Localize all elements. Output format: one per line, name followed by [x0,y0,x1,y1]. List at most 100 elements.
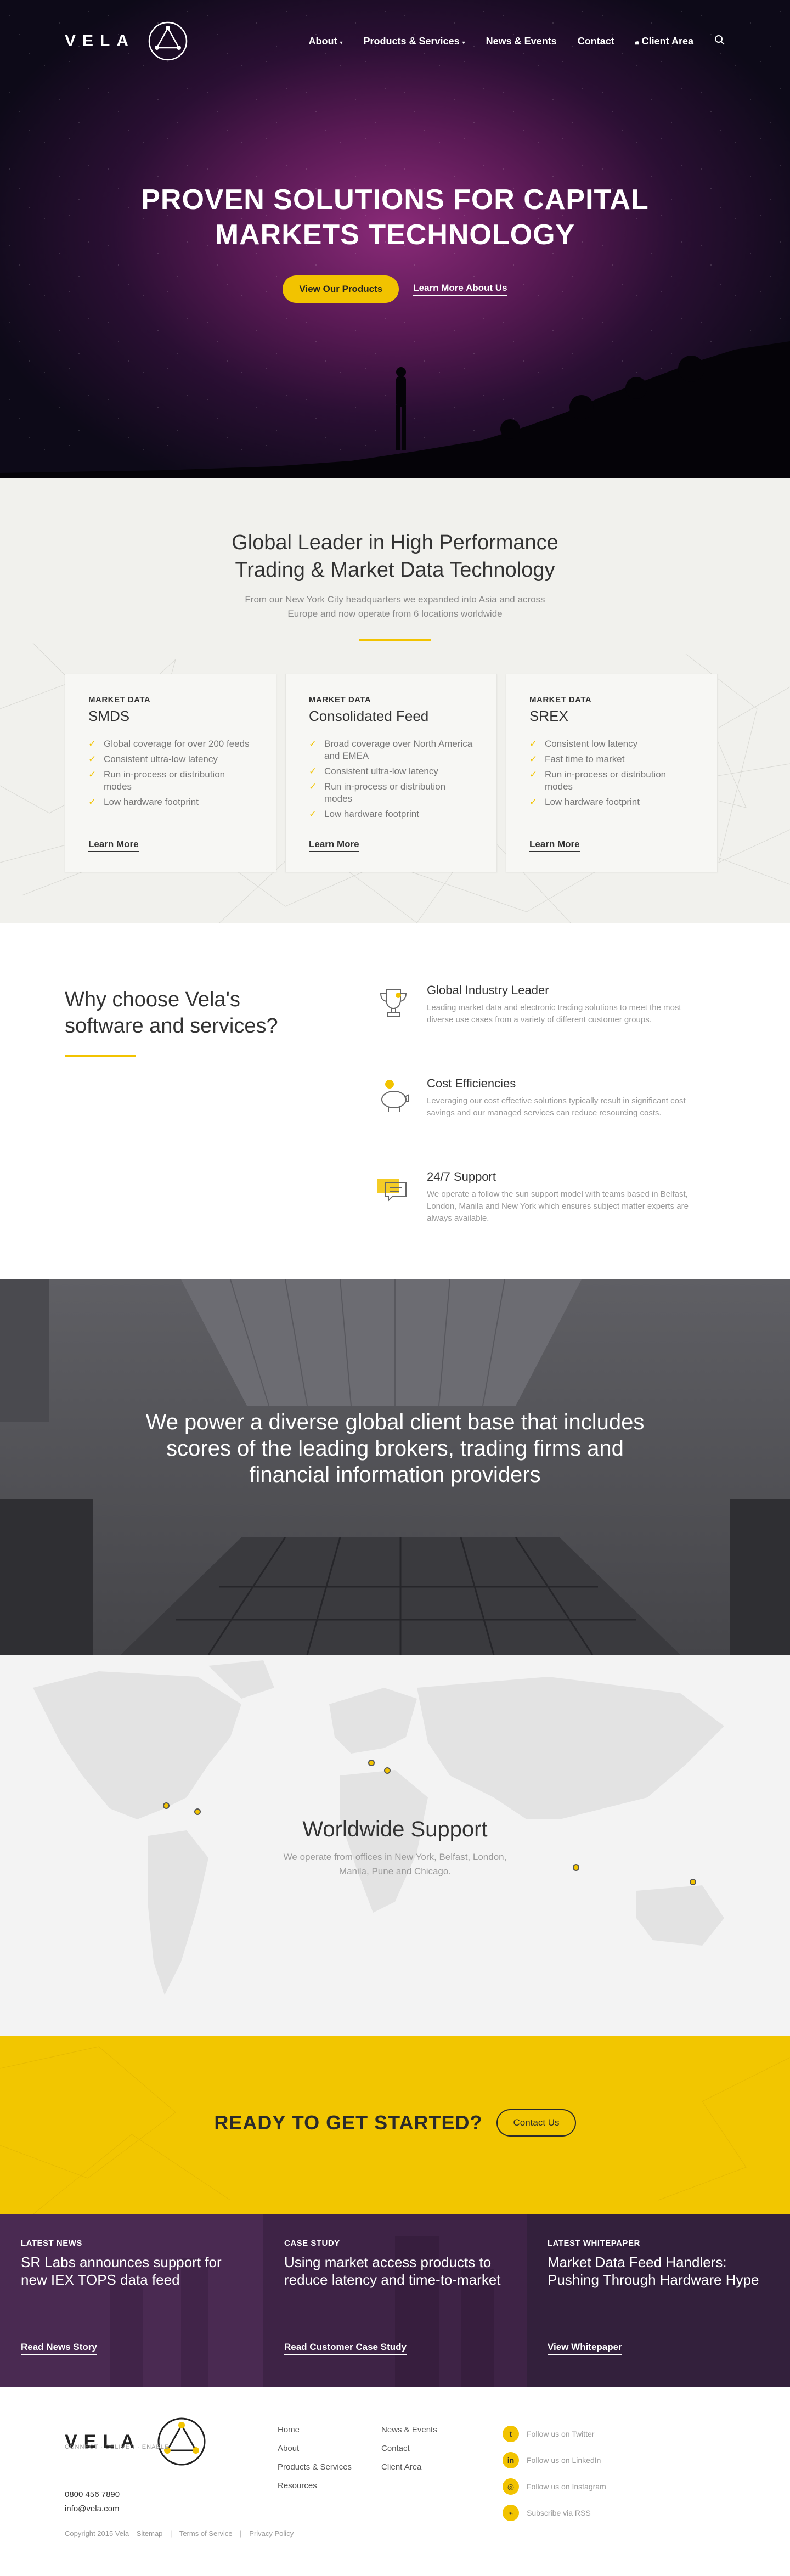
footer-phone[interactable]: 0800 456 7890 [65,2488,120,2502]
social-twitter[interactable]: t Follow us on Twitter [503,2421,606,2447]
sitemap-link[interactable]: Sitemap [137,2529,163,2538]
nav-products[interactable]: Products & Services ▾ [364,36,465,47]
terms-link[interactable]: Terms of Service [179,2529,233,2538]
lock-icon: 🔒︎ [635,37,639,46]
chevron-down-icon: ▾ [462,40,465,46]
market-sub-line1: From our New York City headquarters we e… [245,594,545,605]
copyright-text: Copyright 2015 Vela [65,2529,129,2538]
footer-social: t Follow us on Twitter in Follow us on Lin… [503,2421,606,2526]
social-label: Follow us on Twitter [527,2430,595,2438]
feature-desc-line: always available. [427,1214,489,1223]
view-whitepaper-link[interactable]: View Whitepaper [548,2342,622,2355]
card-feature: Consistent ultra-low latency [88,753,253,765]
office-pin-belfast[interactable] [368,1760,375,1766]
read-case-study-link[interactable]: Read Customer Case Study [284,2342,407,2355]
search-icon[interactable] [714,35,725,48]
linkedin-icon: in [503,2452,519,2468]
product-card-consolidated-feed: MARKET DATA Consolidated Feed Broad cove… [285,674,497,872]
market-sub-line2: Europe and now operate from 6 locations … [287,608,503,619]
footer-logo[interactable]: VELA [65,2415,208,2468]
footer-nav-col2: News & Events Contact Client Area [381,2421,437,2477]
news-title: Market Data Feed Handlers: Pushing Throu… [548,2254,759,2288]
market-subtitle: From our New York City headquarters we e… [0,593,790,621]
feature-cost-efficiencies: Cost Efficiencies Leveraging our cost ef… [374,1076,714,1119]
footer-link-client-area[interactable]: Client Area [381,2458,437,2477]
card-feature: Global coverage for over 200 feeds [88,738,253,750]
feature-desc-line: Leveraging our cost effective solutions … [427,1096,686,1106]
view-products-button[interactable]: View Our Products [283,275,399,303]
nav-about-label: About [308,35,337,47]
market-title-line1: Global Leader in High Performance [232,531,558,554]
footer-link-about[interactable]: About [278,2439,352,2458]
hero-section: VELA About ▾ Products & Services ▾ News … [0,0,790,478]
learn-more-link-smds[interactable]: Learn More [88,839,139,852]
product-card-smds: MARKET DATA SMDS Global coverage for ove… [65,674,276,872]
footer-link-products[interactable]: Products & Services [278,2458,352,2477]
feature-description: We operate a follow the sun support mode… [427,1188,714,1225]
office-pin-new-york[interactable] [194,1808,201,1815]
feature-description: Leveraging our cost effective solutions … [427,1095,714,1119]
social-label: Follow us on LinkedIn [527,2456,601,2465]
learn-more-link-consolidated-feed[interactable]: Learn More [309,839,359,852]
vela-logo[interactable]: VELA [65,20,189,62]
card-feature: Low hardware footprint [88,796,253,808]
rss-icon: ⌁ [503,2505,519,2521]
news-card-whitepaper: LATEST WHITEPAPER Market Data Feed Handl… [527,2214,790,2387]
privacy-link[interactable]: Privacy Policy [249,2529,294,2538]
footer-copyright-bar: Copyright 2015 Vela Sitemap | Terms of S… [65,2529,299,2538]
card-kicker: MARKET DATA [88,695,151,704]
feature-title: Cost Efficiencies [427,1076,516,1090]
footer-link-home[interactable]: Home [278,2421,352,2439]
why-title: Why choose Vela's software and services? [65,987,278,1039]
news-kicker: CASE STUDY [284,2239,340,2248]
hero-title-line1: PROVEN SOLUTIONS FOR CAPITAL [141,184,649,216]
office-pin-manila[interactable] [690,1879,696,1885]
footer-link-resources[interactable]: Resources [278,2477,352,2495]
nav-about[interactable]: About ▾ [308,36,342,47]
feature-247-support: 24/7 Support We operate a follow the sun… [374,1170,714,1225]
news-kicker: LATEST WHITEPAPER [548,2239,640,2248]
contact-us-button[interactable]: Contact Us [496,2109,576,2137]
client-line3: financial information providers [249,1463,541,1487]
nav-contact[interactable]: Contact [578,36,614,47]
logo-wordmark: VELA [65,32,136,50]
twitter-icon: t [503,2426,519,2442]
learn-more-link-srex[interactable]: Learn More [529,839,580,852]
social-instagram[interactable]: ◎ Follow us on Instagram [503,2473,606,2500]
footer-link-contact[interactable]: Contact [381,2439,437,2458]
feature-description: Leading market data and electronic tradi… [427,1002,714,1026]
footer-nav-col1: Home About Products & Services Resources [278,2421,352,2495]
vela-mark-icon [157,2417,206,2466]
why-title-line1: Why choose Vela's [65,988,240,1011]
nav-news[interactable]: News & Events [486,36,557,47]
market-title-line2: Trading & Market Data Technology [235,559,555,582]
footer-link-news[interactable]: News & Events [381,2421,437,2439]
nav-client-area[interactable]: 🔒︎ Client Area [635,36,693,47]
news-title: SR Labs announces support for new IEX TO… [21,2254,222,2288]
card-feature: Consistent ultra-low latency [309,765,473,777]
card-feature: Low hardware footprint [309,808,473,820]
site-footer: VELA CONNECT · DELIVER · ENABLE 0800 456… [0,2387,790,2550]
news-kicker: LATEST NEWS [21,2239,82,2248]
read-news-story-link[interactable]: Read News Story [21,2342,97,2355]
cta-title: READY TO GET STARTED? [214,2111,483,2134]
main-nav: VELA About ▾ Products & Services ▾ News … [0,0,790,82]
feature-desc-line: Leading market data and electronic tradi… [427,1003,681,1012]
office-pin-london[interactable] [384,1767,391,1774]
client-base-statement: We power a diverse global client base th… [0,1409,790,1488]
social-label: Subscribe via RSS [527,2509,591,2517]
footer-tagline: CONNECT · DELIVER · ENABLE [65,2444,170,2450]
footer-email[interactable]: info@vela.com [65,2502,120,2516]
card-feature: Broad coverage over North America and EM… [309,738,473,762]
trophy-icon [380,989,407,1017]
social-rss[interactable]: ⌁ Subscribe via RSS [503,2500,606,2526]
office-pin-chicago[interactable] [163,1802,170,1809]
social-linkedin[interactable]: in Follow us on LinkedIn [503,2447,606,2473]
client-line1: We power a diverse global client base th… [145,1410,645,1434]
learn-more-about-link[interactable]: Learn More About Us [413,283,507,296]
worldwide-support-section: Worldwide Support We operate from office… [0,1655,790,2036]
card-feature: Run in-process or distribution modes [529,769,694,793]
accent-divider [65,1055,136,1057]
client-base-section: We power a diverse global client base th… [0,1279,790,1655]
cta-section: READY TO GET STARTED? Contact Us [0,2036,790,2214]
